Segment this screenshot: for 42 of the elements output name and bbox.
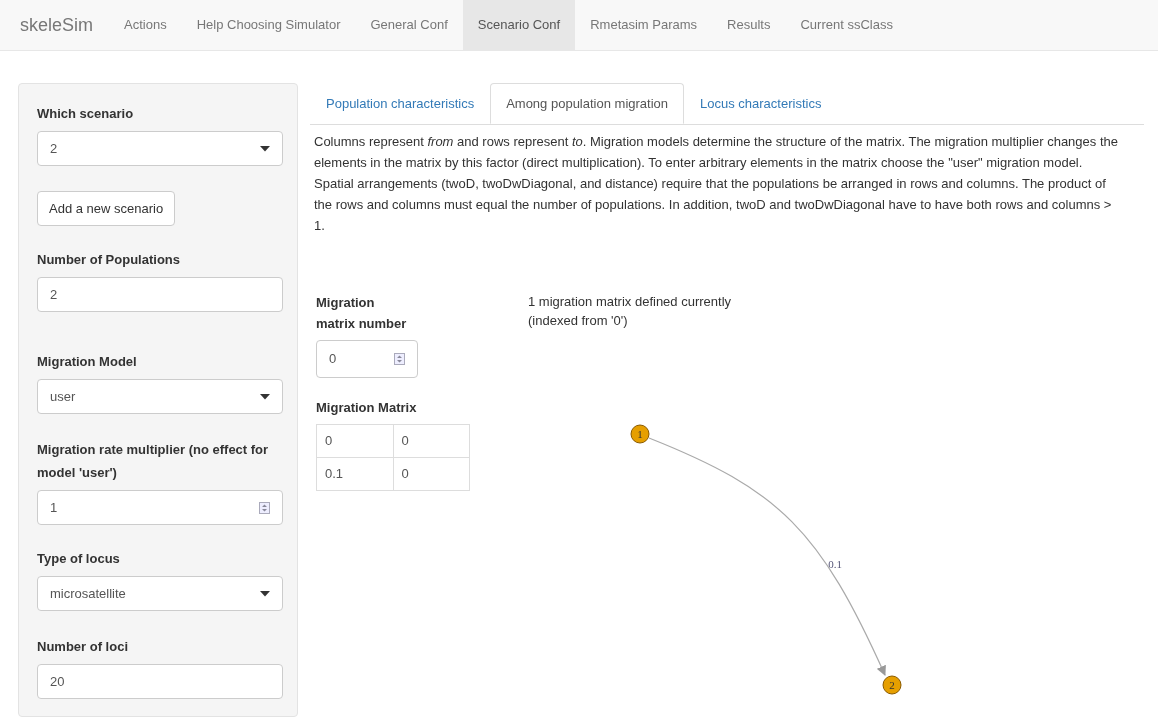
select-dropdown[interactable]: user — [37, 379, 283, 414]
nav-link[interactable]: Help Choosing Simulator — [181, 0, 356, 50]
table-cell: 0 — [393, 457, 470, 490]
nav-link[interactable]: Scenario Conf — [462, 0, 576, 50]
info-text: 1 migration matrix defined currently — [528, 293, 732, 311]
nav-link[interactable]: Rmetasim Params — [575, 0, 713, 50]
info-text: (indexed from '0') — [528, 312, 629, 330]
nav-link[interactable]: Actions — [109, 0, 182, 50]
description-text: Columns represent from and rows represent to. Migration models determine the structure of the matrix. The migration multiplier changes the elements in the matrix by this factor (direct multiplication). To enter arbitrary elements in the matrix choose the "user" migration model. Spatial arrangements (twoD, twoDwDiagonal, and distance) require that the populations be arranged in rows and columns. The product of the rows and columns must equal the number of populations. In addition, twoD and twoDwDiagonal have to have both rows and columns > 1. — [313, 133, 1119, 235]
add-scenario-button[interactable]: Add a new scenario — [37, 191, 176, 226]
number-input[interactable]: 0 — [316, 340, 418, 378]
select-dropdown[interactable]: 2 — [37, 131, 283, 166]
table-cell: 0.1 — [316, 457, 394, 490]
graph-node: 1 — [630, 424, 650, 444]
field-label: Migration rate multiplier (no effect for model 'user') — [37, 441, 270, 482]
tab[interactable]: Population characteristics — [310, 83, 491, 124]
text-input[interactable]: 20 — [37, 664, 283, 699]
app-brand[interactable]: skeleSim — [20, 11, 94, 39]
field-label: Number of loci — [37, 638, 129, 656]
spinner-icon[interactable] — [394, 353, 405, 365]
select-dropdown[interactable]: microsatellite — [37, 576, 283, 611]
caret-icon — [260, 145, 270, 152]
field-label: Migration Model — [37, 353, 138, 371]
nav-link[interactable]: Results — [712, 0, 786, 50]
tab[interactable]: Locus characteristics — [684, 83, 838, 124]
field-label: Which scenario — [37, 105, 135, 123]
graph-node: 2 — [882, 675, 902, 695]
matrix-title: Migration Matrix — [316, 399, 418, 417]
caret-icon — [260, 590, 270, 597]
field-label: Type of locus — [37, 550, 121, 568]
tab[interactable]: Among population migration — [490, 83, 685, 124]
table-cell: 0 — [316, 424, 394, 457]
table-cell: 0 — [393, 424, 470, 457]
caret-icon — [260, 393, 270, 400]
spinner-icon[interactable] — [259, 501, 270, 514]
nav-link[interactable]: General Conf — [355, 0, 463, 50]
text-input[interactable]: 2 — [37, 277, 283, 312]
nav-link[interactable]: Current ssClass — [785, 0, 908, 50]
edge-label: 0.1 — [828, 558, 842, 570]
field-label: Number of Populations — [37, 251, 181, 269]
number-input[interactable]: 1 — [37, 490, 283, 525]
field-label: Migration matrix number — [316, 294, 408, 333]
